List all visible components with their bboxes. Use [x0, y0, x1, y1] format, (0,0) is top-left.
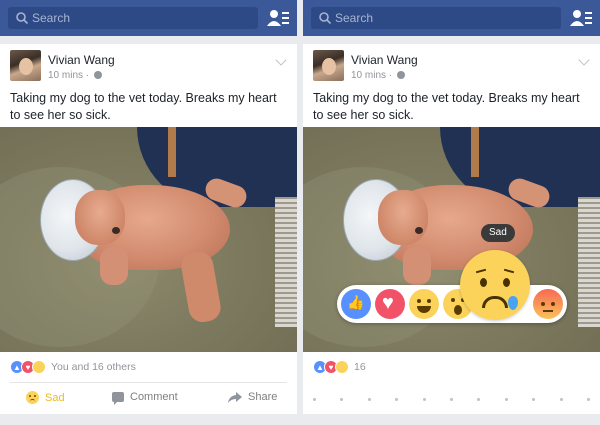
- reaction-count: You and 16 others: [51, 361, 136, 373]
- action-bar: Sad Comment Share: [0, 388, 297, 410]
- sad-mini-icon: [335, 360, 349, 374]
- search-placeholder: Search: [32, 11, 71, 25]
- friends-icon[interactable]: [267, 8, 289, 28]
- sad-label: Sad: [45, 391, 65, 404]
- top-bar: Search: [303, 0, 600, 36]
- globe-icon: [93, 71, 102, 80]
- search-box[interactable]: Search: [8, 7, 258, 29]
- post-meta: 10 mins ·: [351, 70, 405, 81]
- feed-panel-left: Search Vivian Wang 10 mins · Taking my d…: [0, 0, 297, 425]
- haha-reaction-button[interactable]: [409, 289, 439, 319]
- search-icon: [16, 12, 29, 25]
- avatar[interactable]: [10, 50, 41, 81]
- post-card: Vivian Wang 10 mins · Taking my dog to t…: [303, 44, 600, 414]
- reaction-count: 16: [354, 361, 366, 373]
- sad-reaction-button-hover[interactable]: [460, 250, 530, 320]
- chevron-down-icon[interactable]: [275, 54, 287, 66]
- author-name[interactable]: Vivian Wang: [48, 53, 115, 67]
- sad-mini-icon: [32, 360, 46, 374]
- search-placeholder: Search: [335, 11, 374, 25]
- post-time: 10 mins: [351, 70, 387, 81]
- comment-button[interactable]: Comment: [112, 391, 178, 405]
- meta-separator: ·: [388, 70, 393, 81]
- share-label: Share: [248, 391, 278, 403]
- reaction-tooltip: Sad: [481, 224, 515, 242]
- sad-reaction-button[interactable]: Sad: [26, 391, 65, 404]
- share-icon: [228, 391, 242, 403]
- friends-icon[interactable]: [570, 8, 592, 28]
- comment-label: Comment: [130, 391, 178, 403]
- like-reaction-button[interactable]: [341, 289, 371, 319]
- comment-icon: [112, 392, 124, 405]
- chevron-down-icon[interactable]: [578, 54, 590, 66]
- share-button[interactable]: Share: [228, 391, 277, 403]
- divider: [10, 382, 287, 383]
- post-photo[interactable]: [0, 127, 297, 352]
- search-box[interactable]: Search: [311, 7, 561, 29]
- post-text: Taking my dog to the vet today. Breaks m…: [313, 91, 580, 122]
- tear-icon: [508, 296, 518, 310]
- avatar[interactable]: [313, 50, 344, 81]
- angry-reaction-button[interactable]: [533, 289, 563, 319]
- meta-separator: ·: [85, 70, 90, 81]
- action-bar-placeholder: [313, 398, 590, 402]
- feed-panel-right: Search Vivian Wang 10 mins · Taking my d…: [303, 0, 600, 425]
- post-time: 10 mins: [48, 70, 84, 81]
- post-text: Taking my dog to the vet today. Breaks m…: [10, 91, 277, 122]
- love-reaction-button[interactable]: [375, 289, 405, 319]
- author-name[interactable]: Vivian Wang: [351, 53, 418, 67]
- globe-icon: [396, 71, 405, 80]
- sad-icon: [26, 391, 39, 404]
- top-bar: Search: [0, 0, 297, 36]
- reaction-tray: [337, 285, 567, 323]
- post-card: Vivian Wang 10 mins · Taking my dog to t…: [0, 44, 297, 414]
- search-icon: [319, 12, 332, 25]
- post-meta: 10 mins ·: [48, 70, 102, 81]
